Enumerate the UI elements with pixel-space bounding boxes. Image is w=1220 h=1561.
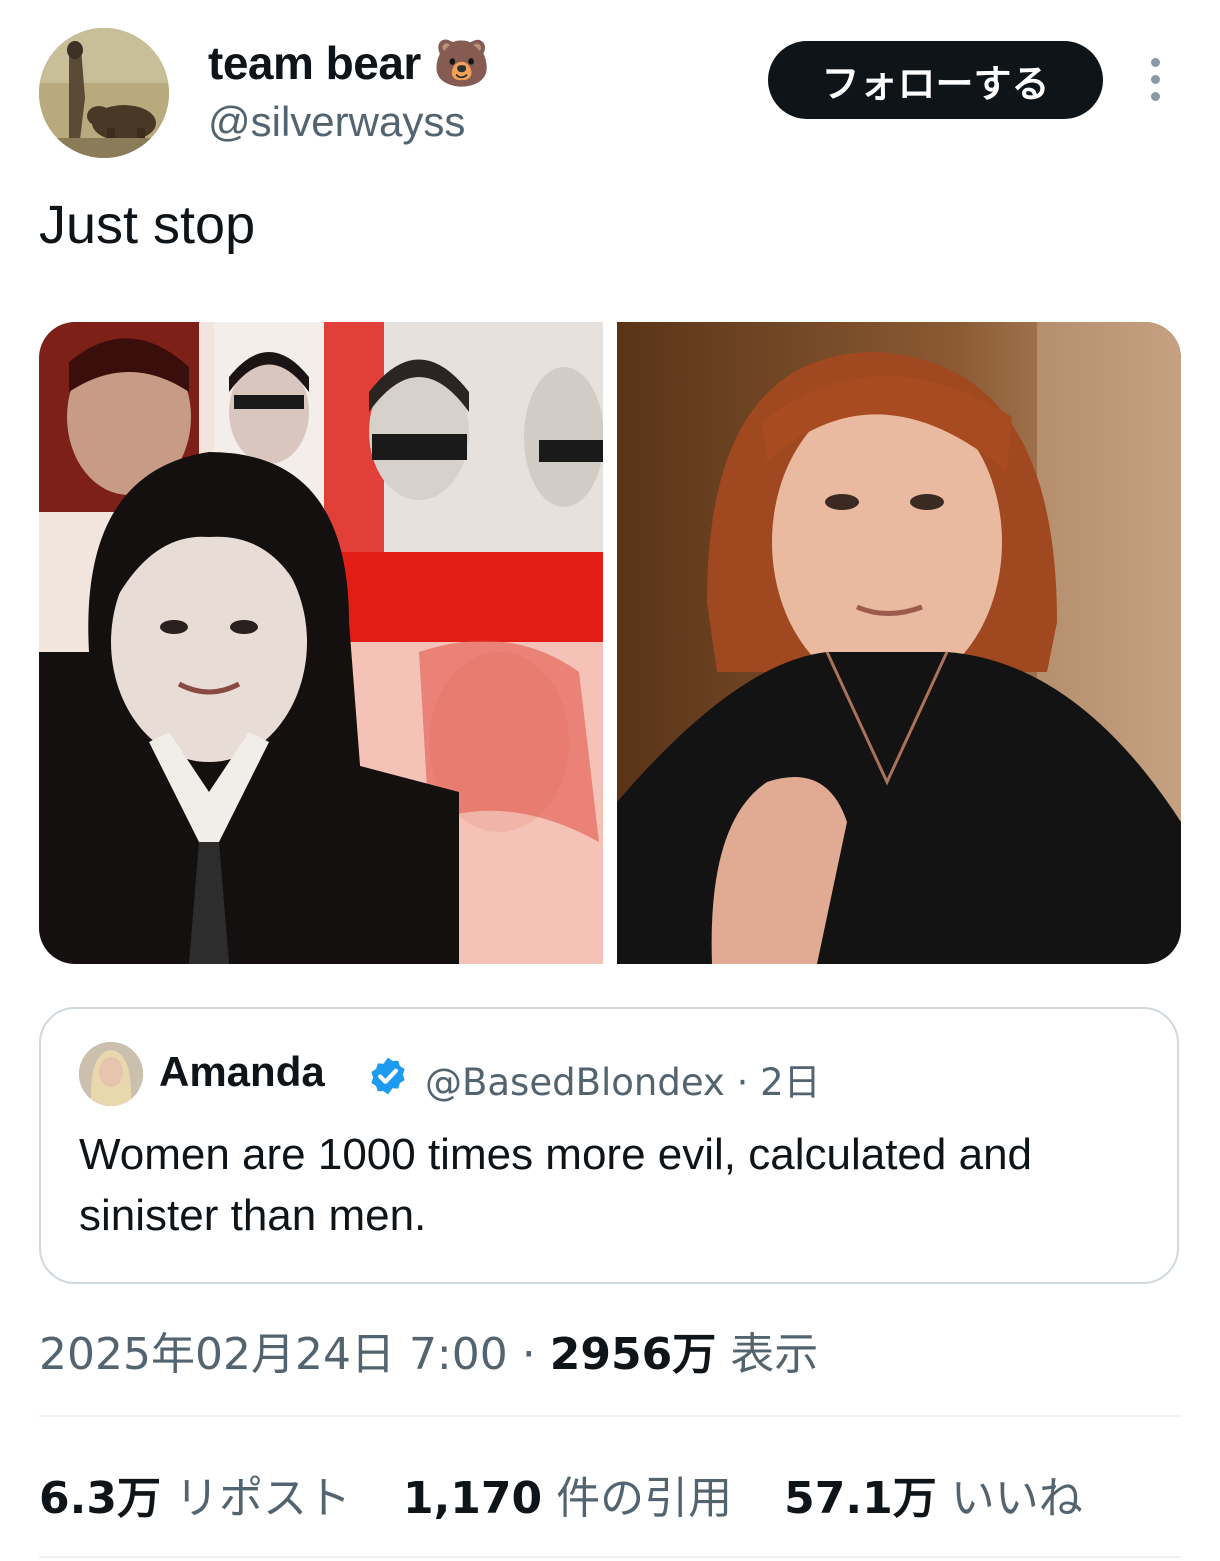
reposts-stat[interactable]: 6.3万 リポスト [39,1462,351,1526]
portrait-photo [617,322,1181,964]
tweet-text: Just stop [39,195,256,255]
tweet-image-2[interactable] [617,322,1181,964]
reposts-count: 6.3万 [39,1473,161,1524]
follow-button[interactable]: フォローする [768,41,1103,119]
quoted-tweet-text: Women are 1000 times more evil, calculat… [79,1130,1033,1240]
quotes-label: 件の引用 [556,1473,733,1524]
engagement-stats: 6.3万 リポスト 1,170 件の引用 57.1万 いいね [39,1462,1121,1526]
quotes-stat[interactable]: 1,170 件の引用 [403,1462,732,1526]
quoted-author-avatar[interactable] [79,1042,143,1106]
bear-emoji-icon: 🐻 [433,36,490,90]
likes-count: 57.1万 [784,1473,937,1524]
likes-stat[interactable]: 57.1万 いいね [784,1462,1083,1526]
author-handle[interactable]: @silverwayss [208,98,465,146]
reposts-label: リポスト [174,1473,351,1524]
avatar-image [39,28,169,158]
author-display-name[interactable]: team bear 🐻 [208,36,490,91]
author-avatar[interactable] [39,28,169,158]
collage-photo [39,322,603,964]
views-count: 2956万 [549,1329,717,1380]
quotes-count: 1,170 [402,1473,543,1524]
likes-label: いいね [950,1473,1083,1524]
divider [39,1415,1181,1417]
quoted-avatar-image [79,1042,143,1106]
quoted-handle-time: @BasedBlondex · 2日 [425,1061,821,1104]
verified-badge-icon [371,1057,405,1095]
timestamp[interactable]: 2025年02月24日 7:00 [39,1329,508,1380]
tweet-meta: 2025年02月24日 7:00 · 2956万 表示 [39,1318,818,1382]
tweet-image-1[interactable] [39,322,603,964]
quoted-author-name: Amanda [159,1048,325,1095]
divider-bottom [39,1556,1181,1558]
more-options-icon[interactable] [1138,58,1172,104]
author-name-text: team bear [208,37,421,89]
meta-separator: · [521,1329,536,1380]
views-label: 表示 [730,1329,819,1380]
